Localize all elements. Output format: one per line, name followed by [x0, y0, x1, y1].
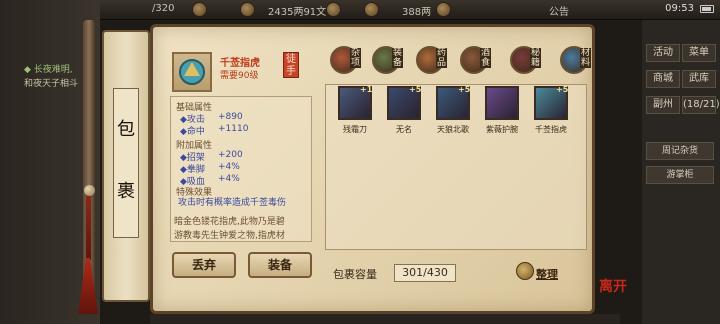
sort-button[interactable]: 整理 — [536, 266, 558, 282]
stat-attack-value: +890 — [218, 112, 243, 122]
money-counter: 2435两91文 — [268, 7, 327, 18]
money-icon — [240, 2, 255, 17]
shop-button[interactable]: 商城 — [646, 70, 680, 88]
add-money-icon[interactable] — [326, 2, 341, 17]
effect-text: 攻击时有概率造成千莶毒伤 — [178, 198, 287, 208]
npc-button[interactable]: 游掌柜 — [646, 166, 714, 184]
discard-button[interactable]: 丢弃 — [172, 252, 236, 278]
category-tab-label: 秘籍 — [530, 48, 541, 68]
chat-line: 和夜天子相斗 — [24, 79, 79, 89]
slot-item-name: 残霜刀 — [343, 125, 367, 134]
item-name: 千莶指虎 — [220, 58, 260, 69]
exit-seal[interactable]: 离开 — [599, 276, 627, 296]
flavor-text: 游教毒先生钟爱之物,指虎材 — [174, 231, 285, 241]
category-tab-label: 材料 — [580, 48, 591, 68]
tassel-cord — [86, 190, 91, 260]
stat-fist-value: +4% — [218, 162, 240, 172]
bag-icon — [516, 262, 534, 280]
title-scroll: 包 裹 — [102, 30, 150, 302]
category-tab-label: 装备 — [392, 48, 403, 68]
jade-bead — [84, 185, 95, 196]
slot-item-name: 千莶指虎 — [535, 125, 567, 134]
gold-counter: 388两 — [402, 7, 432, 18]
bottom-bar — [150, 314, 620, 324]
slot-level: +5 — [556, 85, 569, 94]
selected-item-icon — [172, 52, 212, 92]
capacity-label: 包裹容量 — [333, 268, 377, 281]
region-count: (18/21) — [682, 96, 720, 114]
capacity-value: 301/430 — [394, 264, 456, 282]
add-gold-icon[interactable] — [436, 2, 451, 17]
stat-leech-value: +4% — [218, 174, 240, 184]
inventory-slot[interactable] — [485, 86, 519, 120]
add-stamina-icon[interactable] — [192, 2, 207, 17]
item-type-tag: 徒手 — [283, 52, 299, 78]
armory-button[interactable]: 武库 — [682, 70, 716, 88]
side-menu: 活动 菜单 商城 武库 副州 (18/21) 周记杂货 游掌柜 — [642, 20, 720, 324]
slot-item-name: 天狼北歌 — [437, 125, 469, 134]
slot-level: +5 — [458, 85, 471, 94]
category-tab-label: 酒食 — [480, 48, 491, 68]
announce-button[interactable]: 公告 — [549, 3, 569, 18]
resource-bar: /320 2435两91文 388两 公告 09:53 — [100, 0, 720, 20]
category-tab-label: 药品 — [436, 48, 447, 68]
title-char: 包 — [117, 119, 135, 140]
gold-icon — [364, 2, 379, 17]
slot-level: +5 — [409, 85, 422, 94]
equip-button[interactable]: 装备 — [248, 252, 312, 278]
menu-button[interactable]: 菜单 — [682, 44, 716, 62]
slot-level: +1 — [360, 85, 373, 94]
shop-npc-button[interactable]: 周记杂货 — [646, 142, 714, 160]
stamina-counter: /320 — [152, 3, 175, 14]
title-char: 裹 — [117, 181, 135, 202]
item-requirement: 需要90级 — [220, 71, 259, 81]
stat-block-value: +200 — [218, 150, 243, 160]
battery-icon — [700, 5, 714, 13]
stat-hit-value: +1110 — [218, 124, 249, 134]
clock: 09:53 — [665, 3, 694, 14]
stat-hit: ◆命中 — [180, 127, 205, 137]
chat-line: ◆ 长夜难明, — [24, 65, 73, 75]
title-frame: 包 裹 — [113, 88, 139, 238]
category-tab-label: 杂项 — [350, 48, 361, 68]
flavor-text: 暗金色镂花指虎,此物乃是碧 — [174, 217, 285, 227]
slot-item-name: 紫薇护腕 — [486, 125, 518, 134]
region-label: 副州 — [646, 96, 680, 114]
activity-button[interactable]: 活动 — [646, 44, 680, 62]
slot-item-name: 无名 — [396, 125, 412, 134]
